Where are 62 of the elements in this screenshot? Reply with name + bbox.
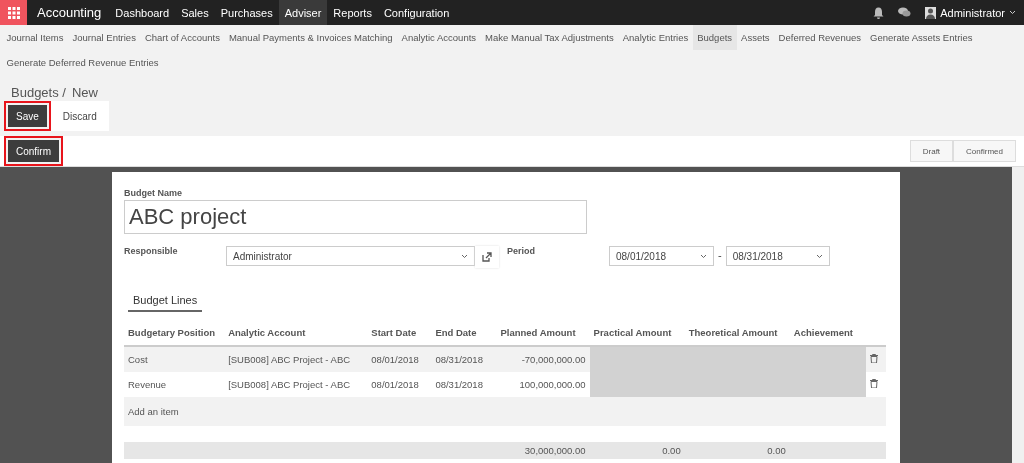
submenu-item[interactable]: Journal Items [2, 25, 69, 50]
table-cell: Cost [124, 346, 225, 372]
nav-menu-item[interactable]: Dashboard [109, 0, 176, 25]
table-cell: 08/01/2018 [367, 372, 432, 397]
date-separator: - [717, 248, 723, 263]
submenu-item[interactable]: Generate Deferred Revenue Entries [2, 50, 164, 75]
submenu-item[interactable]: Generate Assets Entries [865, 25, 977, 50]
confirm-button[interactable]: Confirm [4, 136, 63, 166]
total-cell: 0.00 [589, 442, 685, 459]
field-label: Period [507, 246, 536, 256]
breadcrumb-current: New [71, 85, 98, 100]
table-cell: Revenue [124, 372, 225, 397]
date-field[interactable]: 08/01/2018 [609, 246, 714, 266]
user-menu[interactable]: Administrator [925, 6, 1016, 19]
submenu-item[interactable]: Manual Payments & Invoices Matching [224, 25, 398, 50]
table-cell: [SUB008] ABC Project - ABC [224, 372, 368, 397]
app-name: Accounting [36, 4, 103, 22]
scrollbar[interactable] [1012, 167, 1024, 463]
submenu-item[interactable]: Budgets [692, 25, 737, 50]
trash-icon[interactable] [869, 379, 878, 388]
total-cell: 30,000,000.00 [496, 442, 590, 459]
status-stage[interactable]: Draft [909, 140, 954, 162]
submenu-item[interactable]: Assets [736, 25, 775, 50]
add-item-link[interactable]: Add an item [124, 397, 886, 426]
submenu-item[interactable]: Deferred Revenues [774, 25, 866, 50]
table-cell: 08/01/2018 [367, 346, 432, 372]
chat-icon[interactable] [898, 7, 912, 18]
submenu-item[interactable]: Analytic Accounts [397, 25, 481, 50]
discard-button[interactable]: Discard [50, 101, 109, 131]
nav-menu-item[interactable]: Adviser [278, 0, 328, 25]
table-cell: 08/31/2018 [431, 372, 497, 397]
caret-icon [700, 253, 707, 259]
nav-menu-item[interactable]: Reports [327, 0, 378, 25]
save-button[interactable]: Save [4, 101, 51, 131]
table-cell: [SUB008] ABC Project - ABC [224, 346, 368, 372]
nav-menu-item[interactable]: Purchases [214, 0, 279, 25]
table-cell: 08/31/2018 [431, 346, 497, 372]
date-field[interactable]: 08/31/2018 [725, 246, 830, 266]
table-cell: 100,000,000.00 [496, 372, 590, 397]
field-label: Responsible [124, 246, 179, 256]
caret-icon [815, 253, 823, 259]
field-label: Budget Name [124, 188, 182, 198]
apps-menu-icon[interactable] [0, 0, 27, 25]
submenu-item[interactable]: Journal Entries [68, 25, 141, 50]
nav-menu-item[interactable]: Configuration [377, 0, 456, 25]
caret-icon [1009, 10, 1016, 15]
breadcrumb-link[interactable]: Budgets / [11, 85, 66, 100]
total-cell: 0.00 [684, 442, 790, 459]
nav-menu-item[interactable]: Sales [175, 0, 215, 25]
budget-name-field[interactable]: ABC project [124, 200, 587, 234]
caret-icon [461, 253, 468, 259]
external-link-icon[interactable] [475, 246, 499, 268]
bell-icon[interactable] [873, 6, 885, 19]
status-stage[interactable]: Confirmed [953, 140, 1016, 162]
submenu-item[interactable]: Analytic Entries [618, 25, 693, 50]
responsible-select[interactable]: Administrator [226, 246, 475, 266]
trash-icon[interactable] [869, 354, 878, 363]
submenu-item[interactable]: Make Manual Tax Adjustments [480, 25, 619, 50]
table-cell: -70,000,000.00 [496, 346, 590, 372]
submenu-item[interactable]: Chart of Accounts [140, 25, 225, 50]
avatar-icon [925, 6, 937, 19]
notebook-tab[interactable]: Budget Lines [128, 290, 203, 312]
